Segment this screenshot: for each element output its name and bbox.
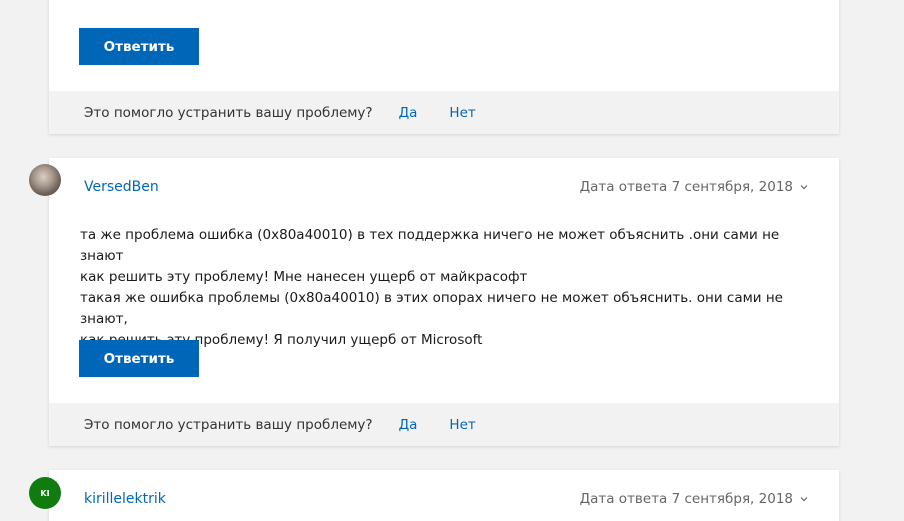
reply-date-dropdown[interactable]: Дата ответа 7 сентября, 2018 bbox=[580, 179, 809, 195]
post-text-line: та же проблема ошибка (0x80a40010) в тех… bbox=[80, 227, 780, 264]
reply-button[interactable]: Ответить bbox=[79, 28, 199, 65]
helpful-question: Это помогло устранить вашу проблему? bbox=[84, 416, 373, 433]
chevron-down-icon bbox=[800, 185, 808, 190]
reply-card-body: Ответить bbox=[49, 0, 839, 91]
avatar[interactable]: KI bbox=[29, 477, 61, 509]
author-name-link[interactable]: VersedBen bbox=[84, 179, 159, 195]
thread-page: Ответить Это помогло устранить вашу проб… bbox=[0, 0, 904, 521]
reply-date: Дата ответа 7 сентября, 2018 bbox=[579, 491, 793, 507]
reply-card-kirillelektrik: kirillelektrik Дата ответа 7 сентября, 2… bbox=[49, 470, 839, 521]
post-body-text: та же проблема ошибка (0x80a40010) в тех… bbox=[80, 225, 810, 351]
helpful-no-link[interactable]: Нет bbox=[449, 105, 475, 121]
reply-button[interactable]: Ответить bbox=[79, 340, 199, 377]
reply-card-body: VersedBen Дата ответа 7 сентября, 2018 т… bbox=[49, 158, 839, 403]
post-text-line: такая же ошибка проблемы (0x80a40010) в … bbox=[80, 290, 783, 327]
reply-card-body: kirillelektrik Дата ответа 7 сентября, 2… bbox=[49, 470, 839, 521]
helpful-yes-link[interactable]: Да bbox=[399, 417, 418, 433]
reply-card-versedben: VersedBen Дата ответа 7 сентября, 2018 т… bbox=[49, 158, 839, 446]
post-text-line: как решить эту проблему! Мне нанесен уще… bbox=[80, 269, 528, 285]
reply-card-previous: Ответить Это помогло устранить вашу проб… bbox=[49, 0, 839, 134]
helpful-feedback-bar: Это помогло устранить вашу проблему? Да … bbox=[49, 91, 839, 134]
avatar-initials: KI bbox=[40, 488, 50, 498]
avatar[interactable] bbox=[29, 164, 61, 196]
reply-date-dropdown[interactable]: Дата ответа 7 сентября, 2018 bbox=[580, 491, 809, 507]
helpful-question: Это помогло устранить вашу проблему? bbox=[84, 104, 373, 121]
helpful-feedback-bar: Это помогло устранить вашу проблему? Да … bbox=[49, 403, 839, 446]
helpful-no-link[interactable]: Нет bbox=[449, 417, 475, 433]
chevron-down-icon bbox=[800, 497, 808, 502]
author-name-link[interactable]: kirillelektrik bbox=[84, 491, 166, 507]
reply-date: Дата ответа 7 сентября, 2018 bbox=[579, 179, 793, 195]
helpful-yes-link[interactable]: Да bbox=[399, 105, 418, 121]
